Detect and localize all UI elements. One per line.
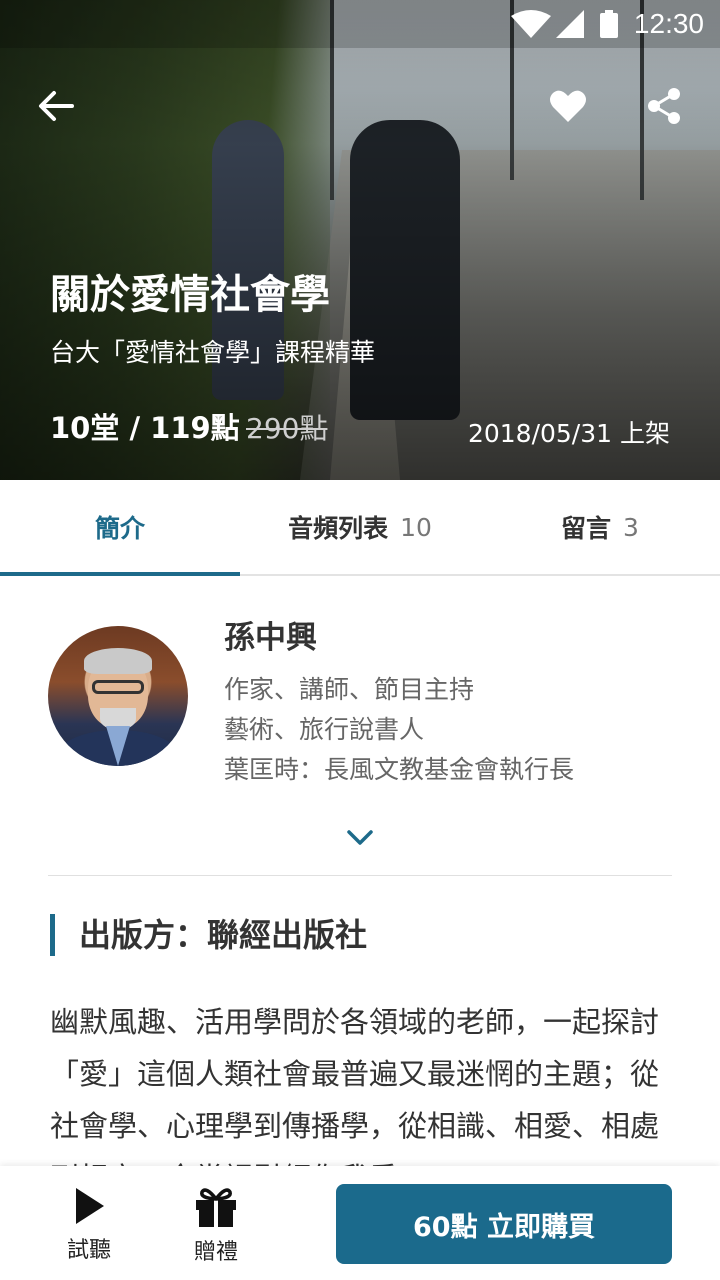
- gift-button[interactable]: 贈禮: [171, 1186, 261, 1266]
- course-subtitle: 台大「愛情社會學」課程精華: [50, 338, 376, 367]
- heart-icon: [550, 90, 586, 122]
- hero-banner: 12:30 關於愛情社會學 台大「愛情社會學」課程精華 10堂 / 119點 2…: [0, 0, 720, 480]
- course-release-date: 2018/05/31 上架: [467, 419, 670, 448]
- avatar-glasses: [92, 680, 144, 694]
- author-title-line: 葉匡時：長風文教基金會執行長: [224, 755, 575, 784]
- status-time: 12:30: [633, 8, 704, 39]
- tab-intro-label: 簡介: [94, 514, 145, 543]
- bottom-action-bar: 試聽 贈禮 60點 立即購買: [0, 1166, 720, 1280]
- trial-listen-label: 試聽: [66, 1238, 111, 1263]
- course-title: 關於愛情社會學: [50, 272, 330, 318]
- tab-audio-list-label: 音頻列表: [288, 514, 389, 543]
- wifi-icon: [511, 10, 551, 38]
- share-icon: [648, 88, 680, 124]
- course-original-price: 290點: [246, 412, 328, 445]
- tab-audio-list-count: 10: [400, 512, 432, 542]
- tab-comments[interactable]: 留言 3: [480, 480, 720, 574]
- back-button[interactable]: [34, 84, 78, 128]
- tab-audio-list[interactable]: 音頻列表 10: [240, 480, 480, 574]
- share-button[interactable]: [642, 84, 686, 128]
- tab-intro[interactable]: 簡介: [0, 480, 240, 576]
- section-divider: [48, 875, 672, 876]
- avatar-hair: [84, 648, 152, 674]
- gift-icon: [196, 1188, 236, 1227]
- trial-listen-button[interactable]: 試聽: [44, 1186, 134, 1264]
- tab-comments-label: 留言: [561, 514, 612, 543]
- arrow-left-icon: [39, 91, 74, 121]
- tab-bar: 簡介 音頻列表 10 留言 3: [0, 480, 720, 576]
- play-icon: [76, 1188, 104, 1224]
- author-title-line: 作家、講師、節目主持: [224, 675, 475, 704]
- buy-now-button[interactable]: 60點 立即購買: [336, 1184, 672, 1264]
- favorite-button[interactable]: [546, 84, 590, 128]
- author-name: 孫中興: [224, 620, 317, 656]
- gift-label: 贈禮: [193, 1240, 238, 1265]
- author-title-line: 藝術、旅行說書人: [224, 715, 425, 744]
- course-price: 10堂 / 119點: [50, 411, 240, 445]
- signal-icon: [556, 10, 584, 38]
- status-bar: 12:30: [0, 0, 720, 48]
- chevron-down-icon: [347, 830, 373, 845]
- publisher-heading: 出版方：聯經出版社: [50, 914, 367, 956]
- course-description: 幽默風趣、活用學問於各領域的老師，一起探討「愛」這個人類社會最普遍又最迷惘的主題…: [50, 1005, 660, 1168]
- author-avatar: [48, 626, 188, 766]
- battery-icon: [600, 10, 618, 38]
- expand-author-button[interactable]: [344, 824, 376, 852]
- tab-comments-count: 3: [623, 512, 639, 542]
